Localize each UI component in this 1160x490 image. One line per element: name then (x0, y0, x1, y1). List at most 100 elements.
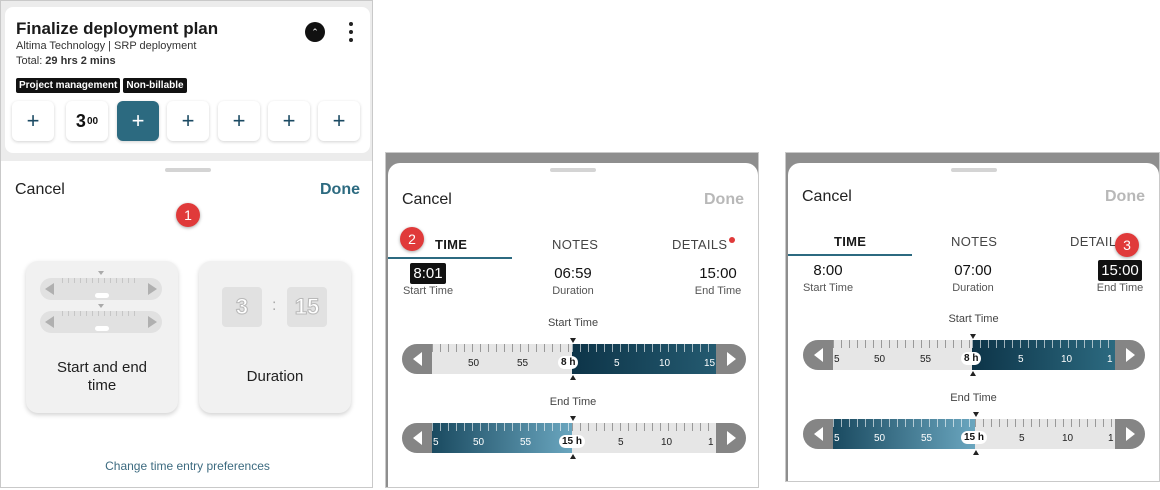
tag-non-billable: Non-billable (123, 78, 187, 93)
ruler-tick-label: 55 (920, 354, 932, 365)
done-button[interactable]: Done (704, 191, 744, 209)
ruler-right-arrow-icon[interactable] (716, 423, 746, 453)
ruler-ticks (833, 419, 975, 427)
ruler-tick-label: 55 (520, 437, 532, 448)
ruler-ticks (572, 344, 716, 352)
start-pointer-icon (570, 375, 576, 380)
start-end-option-label: Start and end time (56, 359, 148, 394)
task-subtitle: Altima Technology | SRP deployment (16, 40, 197, 52)
sheet-grabber[interactable] (550, 168, 596, 172)
ruler-tick-label: 55 (921, 433, 933, 444)
task-title: Finalize deployment plan (16, 19, 219, 38)
done-button[interactable]: Done (320, 181, 360, 199)
change-preferences-link[interactable]: Change time entry preferences (1, 459, 372, 473)
collapse-chevron-icon[interactable]: ⌃ (305, 22, 325, 42)
ruler-tick-label: 50 (874, 354, 886, 365)
day-cell-value[interactable]: 3 00 (66, 101, 108, 141)
step-marker-1: 1 (176, 203, 200, 227)
task-card[interactable]: Finalize deployment plan Altima Technolo… (5, 7, 370, 153)
start-time-label: Start Time (402, 285, 454, 297)
duration-field[interactable]: 07:00 Duration (943, 260, 1003, 294)
ruler-left-arrow-icon[interactable] (803, 340, 833, 370)
ruler-tick-label: 5 (834, 433, 840, 444)
tab-notes[interactable]: NOTES (951, 234, 997, 249)
ruler-tick-label: 1 (1108, 433, 1114, 444)
end-time-label: End Time (694, 285, 742, 297)
panel-time-entry-step3: Cancel Done TIME NOTES DETAILS 3 8:00 St… (785, 152, 1160, 482)
ruler-right-arrow-icon[interactable] (1115, 419, 1145, 449)
day-cell-add[interactable]: + (268, 101, 310, 141)
end-time-ruler[interactable]: 5 50 55 15 h 5 10 1 (803, 419, 1145, 449)
start-time-field[interactable]: 8:01 Start Time (398, 263, 458, 297)
duration-hours-icon: 3 (222, 287, 262, 327)
ruler-tick-label: 5 (433, 437, 439, 448)
more-options-icon[interactable] (343, 20, 359, 44)
mini-pointer-icon (98, 271, 104, 275)
ruler-left-arrow-icon[interactable] (402, 344, 432, 374)
duration-field[interactable]: 06:59 Duration (543, 263, 603, 297)
day-cell-selected[interactable]: + (117, 101, 159, 141)
ruler-right-arrow-icon[interactable] (716, 344, 746, 374)
tag-list: Project management Non-billable (16, 75, 190, 93)
ruler-tick-label: 50 (874, 433, 886, 444)
ruler-tick-label: 1 (708, 437, 714, 448)
start-time-ruler[interactable]: 50 55 8 h 5 10 15 (402, 344, 746, 374)
ruler-left-arrow-icon[interactable] (803, 419, 833, 449)
cancel-button[interactable]: Cancel (402, 191, 452, 209)
end-slider-title: End Time (950, 392, 997, 404)
duration-value: 06:59 (554, 265, 592, 282)
start-slider-title: Start Time (948, 313, 999, 325)
end-time-ruler[interactable]: 5 50 55 15 h 5 10 1 (402, 423, 746, 453)
mini-pointer-icon (98, 304, 104, 308)
end-slider-title: End Time (549, 396, 597, 408)
day-cell-add[interactable]: + (167, 101, 209, 141)
end-pointer-icon (570, 454, 576, 459)
ruler-tick-label: 5 (618, 437, 624, 448)
ruler-ticks (432, 344, 572, 352)
end-time-field[interactable]: 15:00 End Time (1090, 260, 1150, 294)
day-cell-add[interactable]: + (218, 101, 260, 141)
done-button[interactable]: Done (1105, 188, 1145, 206)
tab-bar: TIME NOTES DETAILS (788, 234, 1159, 260)
sheet-grabber[interactable] (164, 168, 211, 172)
end-pointer-icon (973, 412, 979, 417)
end-pointer-icon (973, 450, 979, 455)
duration-separator: : (272, 297, 277, 314)
day-cell-add[interactable]: + (12, 101, 54, 141)
ruler-tick-label: 10 (1062, 433, 1074, 444)
duration-option[interactable]: 3 : 15 Duration (199, 261, 351, 413)
step-marker-3: 3 (1115, 233, 1139, 257)
duration-option-label: Duration (246, 368, 304, 385)
tab-time[interactable]: TIME (435, 237, 467, 252)
cancel-button[interactable]: Cancel (15, 181, 65, 199)
ruler-ticks (972, 340, 1115, 348)
sheet-grabber[interactable] (950, 168, 997, 172)
active-tab-indicator (388, 257, 512, 259)
start-end-time-option[interactable]: Start and end time (26, 261, 178, 413)
ruler-tick-label: 10 (659, 358, 671, 369)
duration-label: Duration (552, 285, 594, 297)
notification-dot-icon (729, 237, 736, 243)
start-time-field[interactable]: 8:00 Start Time (798, 260, 858, 294)
end-time-field[interactable]: 15:00 End Time (688, 263, 748, 297)
start-time-ruler[interactable]: 5 50 55 8 h 5 10 1 (803, 340, 1145, 370)
total-value: 29 hrs 2 mins (45, 55, 116, 67)
time-entry-sheet: Cancel Done TIME NOTES DETAILS 3 8:00 St… (788, 163, 1159, 481)
active-tab-indicator (788, 254, 912, 256)
tab-details[interactable]: DETAILS (672, 237, 736, 252)
ruler-tick-label: 5 (834, 354, 840, 365)
duration-value: 07:00 (954, 262, 992, 279)
ruler-tick-label: 50 (468, 358, 480, 369)
ruler-left-arrow-icon[interactable] (402, 423, 432, 453)
ruler-tick-label: 50 (473, 437, 485, 448)
step-marker-2: 2 (400, 227, 424, 251)
ruler-tick-label: 1 (1107, 354, 1113, 365)
day-cell-add[interactable]: + (318, 101, 360, 141)
ruler-ticks (432, 423, 572, 431)
tab-time[interactable]: TIME (834, 234, 866, 249)
tab-bar: TIME NOTES DETAILS (388, 237, 758, 263)
ruler-right-arrow-icon[interactable] (1115, 340, 1145, 370)
ruler-tick-label: 5 (1019, 433, 1025, 444)
tab-notes[interactable]: NOTES (552, 237, 598, 252)
cancel-button[interactable]: Cancel (802, 188, 852, 206)
